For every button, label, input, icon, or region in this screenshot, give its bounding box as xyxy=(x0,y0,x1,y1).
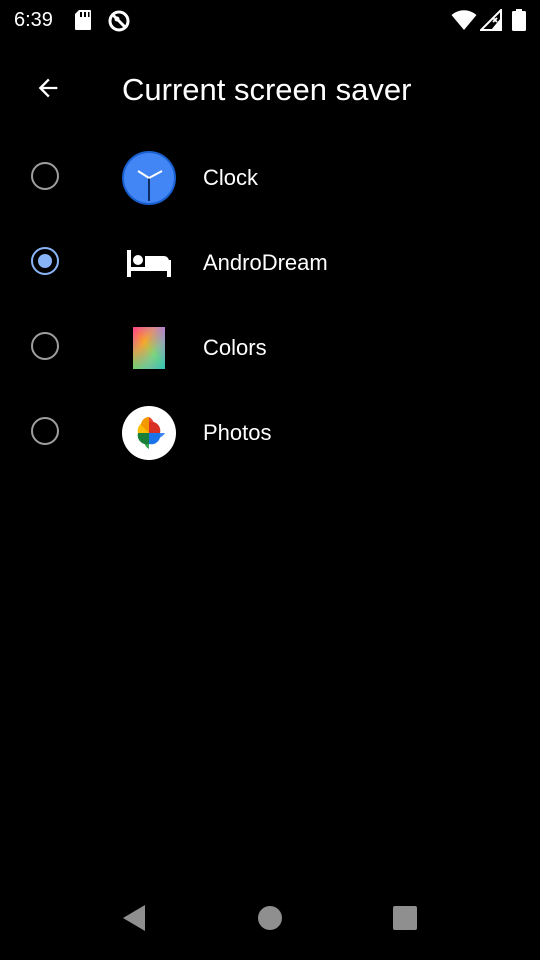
status-time: 6:39 xyxy=(14,9,53,31)
nav-recents-button[interactable] xyxy=(383,898,427,942)
nav-home-icon xyxy=(257,905,283,936)
arrow-back-icon xyxy=(34,74,62,107)
radio-button[interactable] xyxy=(31,162,59,190)
colors-gradient-icon xyxy=(121,320,177,376)
option-photos[interactable]: Photos xyxy=(0,391,540,476)
clock-icon xyxy=(121,150,177,206)
sd-card-icon xyxy=(74,9,92,36)
option-label: Clock xyxy=(203,165,259,190)
google-photos-icon xyxy=(121,405,177,461)
option-colors[interactable]: Colors xyxy=(0,306,540,391)
radio-button[interactable] xyxy=(31,417,59,445)
navigation-bar xyxy=(0,880,540,960)
radio-button-selected[interactable] xyxy=(31,247,59,275)
do-not-disturb-icon xyxy=(107,9,131,38)
page-title: Current screen saver xyxy=(122,72,412,107)
option-androdream[interactable]: AndroDream xyxy=(0,221,540,306)
bed-icon xyxy=(121,235,177,291)
screen-saver-list: Clock AndroDream Colors Photos xyxy=(0,136,540,476)
status-bar: 6:39 xyxy=(0,0,540,40)
app-bar: Current screen saver xyxy=(0,48,540,132)
battery-icon xyxy=(512,9,526,36)
radio-button[interactable] xyxy=(31,332,59,360)
option-label: Colors xyxy=(203,335,267,360)
option-label: Photos xyxy=(203,420,272,445)
nav-home-button[interactable] xyxy=(248,898,292,942)
nav-back-icon xyxy=(121,904,147,937)
cellular-signal-icon xyxy=(478,7,502,36)
nav-back-button[interactable] xyxy=(112,898,156,942)
option-label: AndroDream xyxy=(203,250,328,275)
back-button[interactable] xyxy=(24,66,72,114)
nav-recents-icon xyxy=(392,905,418,936)
wifi-icon xyxy=(451,9,477,36)
option-clock[interactable]: Clock xyxy=(0,136,540,221)
